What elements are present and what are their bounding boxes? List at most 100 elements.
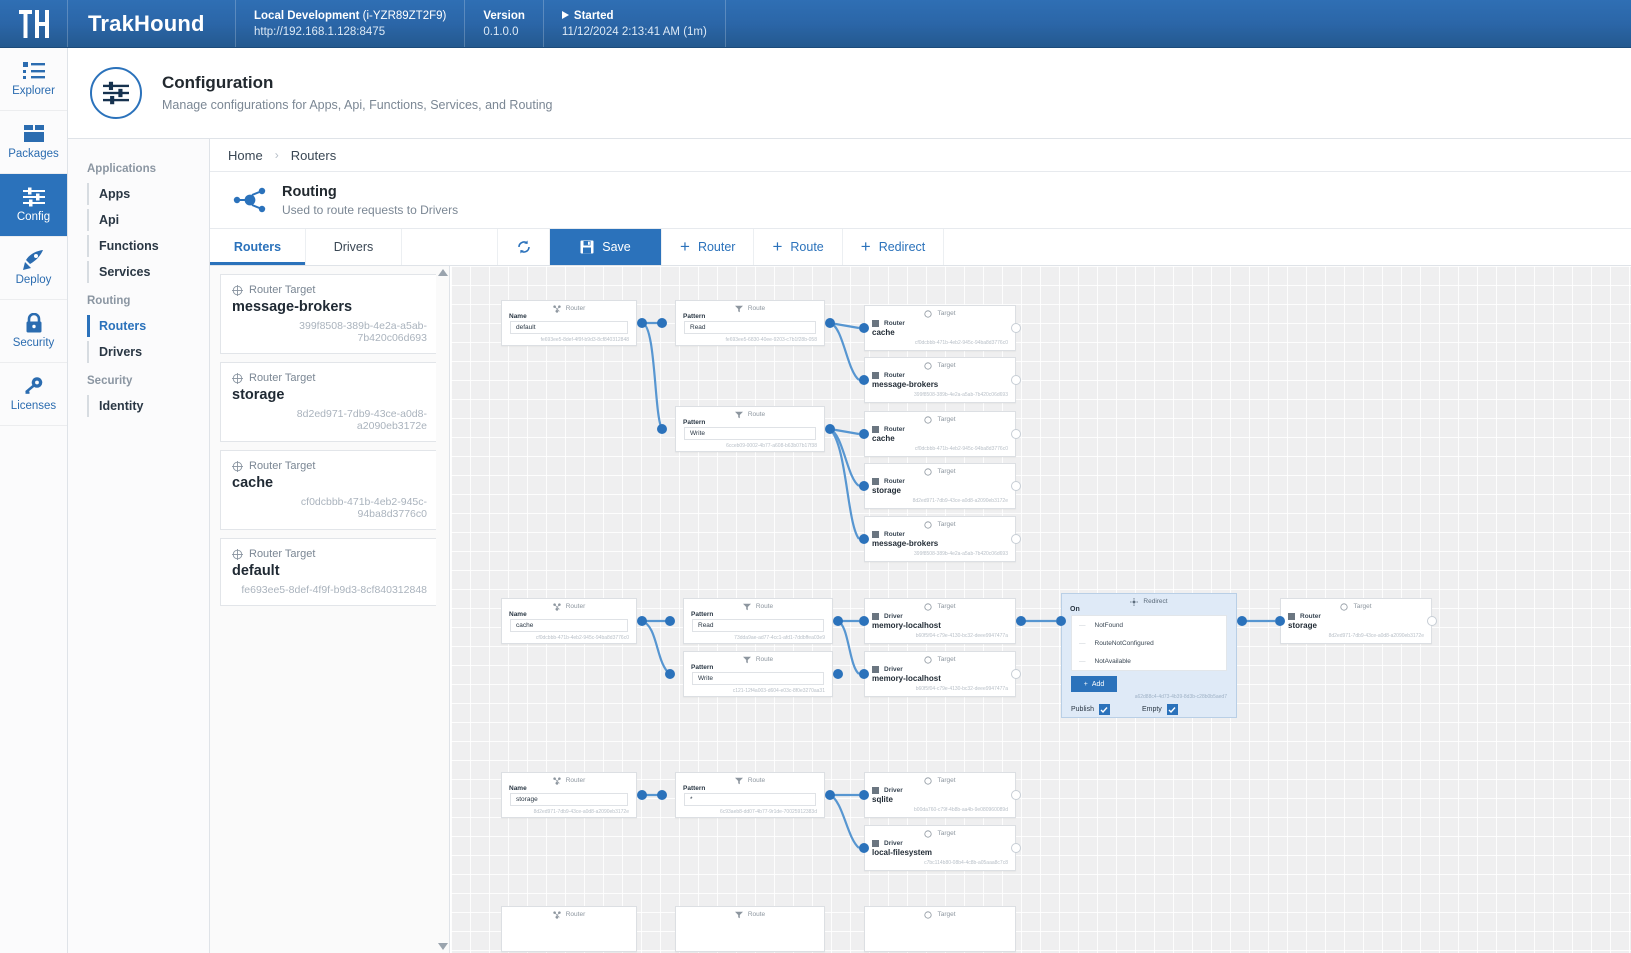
output-port[interactable] [825, 318, 835, 328]
subnav-item-drivers[interactable]: Drivers [68, 339, 209, 365]
tab-routers[interactable]: Routers [210, 229, 306, 265]
subnav-item-routers[interactable]: Routers [68, 313, 209, 339]
output-port[interactable] [1011, 669, 1021, 679]
input-port[interactable] [859, 790, 869, 800]
target-node[interactable]: Target Driver sqlite b00da760-c79f-4b8b-… [864, 772, 1016, 818]
target-node[interactable]: Target Driver memory-localhost b60f5f04-… [864, 651, 1016, 697]
input-port[interactable] [859, 616, 869, 626]
output-port[interactable] [833, 669, 843, 679]
output-port[interactable] [825, 790, 835, 800]
app-logo[interactable] [0, 0, 68, 47]
subnav-item-api[interactable]: Api [68, 207, 209, 233]
input-port[interactable] [657, 424, 667, 434]
router-node[interactable]: Router [501, 906, 637, 952]
route-pattern-input[interactable]: * [684, 793, 816, 806]
input-port[interactable] [1056, 616, 1066, 626]
list-item[interactable]: — NotFound [1072, 616, 1226, 634]
route-node[interactable]: Route Pattern * 6c93aeb8-dd07-4b77-9r1de… [675, 772, 825, 818]
sidebar-item-packages[interactable]: Packages [0, 111, 67, 174]
router-name-input[interactable]: cache [510, 619, 628, 632]
route-pattern-input[interactable]: Write [684, 427, 816, 440]
output-port[interactable] [637, 616, 647, 626]
add-router-button[interactable]: + Router [662, 229, 755, 265]
route-pattern-input[interactable]: Read [684, 321, 816, 334]
list-scrollbar[interactable] [436, 266, 450, 953]
route-node[interactable]: Route [675, 906, 825, 952]
target-node[interactable]: Target [864, 906, 1016, 952]
output-port[interactable] [1011, 375, 1021, 385]
sidebar-item-licenses[interactable]: Licenses [0, 363, 67, 426]
breadcrumb-item-home[interactable]: Home [228, 148, 263, 163]
list-item[interactable]: Router Target message-brokers 399f8508-3… [220, 274, 439, 354]
sidebar-item-deploy[interactable]: Deploy [0, 237, 67, 300]
list-item[interactable]: Router Target cache cf0dcbbb-471b-4eb2-9… [220, 450, 439, 530]
empty-checkbox[interactable] [1166, 704, 1178, 715]
routing-canvas[interactable]: Router Name default fe693ee5-8def-4f9f-b… [451, 266, 1631, 953]
input-port[interactable] [859, 481, 869, 491]
list-item[interactable]: — NotAvailable [1072, 652, 1226, 670]
output-port[interactable] [1237, 616, 1247, 626]
scroll-down-arrow-icon[interactable] [437, 943, 448, 950]
output-port[interactable] [833, 616, 843, 626]
input-port[interactable] [657, 790, 667, 800]
target-node[interactable]: Target Router cache cf0dcbbb-471b-4eb2-9… [864, 305, 1016, 351]
input-port[interactable] [665, 616, 675, 626]
router-node[interactable]: Router Name default fe693ee5-8def-4f9f-b… [501, 300, 637, 346]
route-node[interactable]: Route Pattern Write 6cceb09-0002-4b77-a6… [675, 406, 825, 452]
output-port[interactable] [1427, 616, 1437, 626]
subnav-item-functions[interactable]: Functions [68, 233, 209, 259]
router-name-input[interactable]: storage [510, 793, 628, 806]
input-port[interactable] [1275, 616, 1285, 626]
output-port[interactable] [825, 424, 835, 434]
output-port[interactable] [1011, 481, 1021, 491]
add-route-button[interactable]: + Route [754, 229, 843, 265]
input-port[interactable] [859, 429, 869, 439]
output-port[interactable] [1011, 843, 1021, 853]
input-port[interactable] [859, 323, 869, 333]
target-node[interactable]: Target Router storage 8d2ed971-7db9-43ce… [1280, 598, 1432, 644]
output-port[interactable] [1011, 323, 1021, 333]
refresh-button[interactable] [498, 229, 550, 265]
target-node[interactable]: Target Driver memory-localhost b60f5f04-… [864, 598, 1016, 644]
publish-checkbox[interactable] [1098, 704, 1110, 715]
list-item[interactable]: Router Target storage 8d2ed971-7db9-43ce… [220, 362, 439, 442]
subnav-item-apps[interactable]: Apps [68, 181, 209, 207]
target-node[interactable]: Target Router message-brokers 399f8508-3… [864, 357, 1016, 403]
target-node[interactable]: Target Router cache cf0dcbbb-471b-4eb2-9… [864, 411, 1016, 457]
sidebar-item-security[interactable]: Security [0, 300, 67, 363]
input-port[interactable] [859, 375, 869, 385]
route-pattern-input[interactable]: Write [692, 672, 824, 685]
router-name-input[interactable]: default [510, 321, 628, 334]
output-port[interactable] [1016, 616, 1026, 626]
list-item[interactable]: Router Target default fe693ee5-8def-4f9f… [220, 538, 439, 606]
router-node[interactable]: Router Name cache cf0dcbbb-471b-4eb2-945… [501, 598, 637, 644]
list-item[interactable]: — RouteNotConfigured [1072, 634, 1226, 652]
output-port[interactable] [1011, 790, 1021, 800]
sidebar-item-explorer[interactable]: Explorer [0, 48, 67, 111]
output-port[interactable] [1011, 534, 1021, 544]
save-button[interactable]: Save [550, 229, 662, 265]
input-port[interactable] [657, 318, 667, 328]
output-port[interactable] [1011, 429, 1021, 439]
subnav-item-identity[interactable]: Identity [68, 393, 209, 419]
add-redirect-button[interactable]: + Redirect [843, 229, 945, 265]
output-port[interactable] [637, 790, 647, 800]
tab-drivers[interactable]: Drivers [306, 229, 402, 265]
input-port[interactable] [859, 534, 869, 544]
route-pattern-input[interactable]: Read [692, 619, 824, 632]
scroll-up-arrow-icon[interactable] [437, 269, 448, 276]
target-node[interactable]: Target Router message-brokers 399f8508-3… [864, 516, 1016, 562]
subnav-item-services[interactable]: Services [68, 259, 209, 285]
input-port[interactable] [665, 669, 675, 679]
route-node[interactable]: Route Pattern Write c121-12f4a003-d604-e… [683, 651, 833, 697]
input-port[interactable] [859, 669, 869, 679]
router-node[interactable]: Router Name storage 8d2ed971-7db9-43ce-a… [501, 772, 637, 818]
target-node[interactable]: Target Driver local-filesystem c7bc114b8… [864, 825, 1016, 871]
target-node[interactable]: Target Router storage 8d2ed971-7db9-43ce… [864, 463, 1016, 509]
sidebar-item-config[interactable]: Config [0, 174, 67, 237]
output-port[interactable] [637, 318, 647, 328]
breadcrumb-item-routers[interactable]: Routers [291, 148, 337, 163]
route-node[interactable]: Route Pattern Read 73dda9ae-ad77-4cc1-af… [683, 598, 833, 644]
redirect-add-button[interactable]: + Add [1071, 676, 1117, 692]
route-node[interactable]: Route Pattern Read fe693ee5-6830-40ee-92… [675, 300, 825, 346]
